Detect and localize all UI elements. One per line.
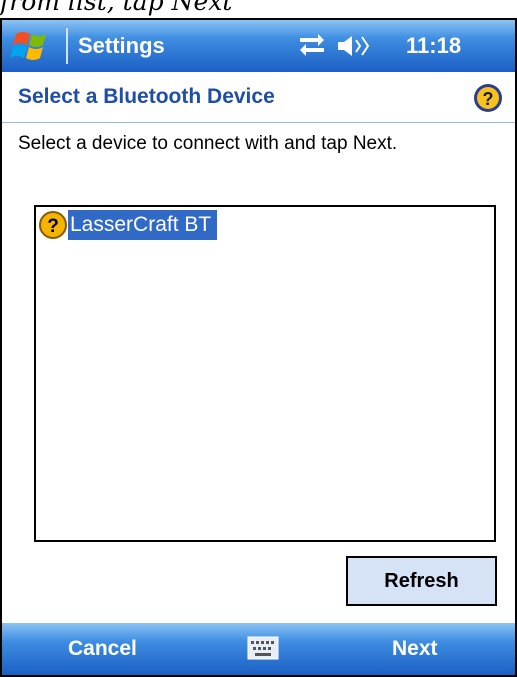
next-button[interactable]: Next xyxy=(392,633,438,665)
cancel-button[interactable]: Cancel xyxy=(68,633,137,665)
keyboard-icon[interactable] xyxy=(247,636,279,660)
page-header: Select a Bluetooth Device ? xyxy=(2,72,515,123)
help-icon[interactable]: ? xyxy=(472,82,504,114)
title-bar: Settings 11:18 xyxy=(2,20,515,72)
instruction-caption: from list, tap Next xyxy=(0,0,233,16)
connectivity-icon[interactable] xyxy=(300,34,324,56)
pocketpc-screen: Settings 11:18 Select a Bluetooth Device… xyxy=(0,18,517,677)
svg-text:?: ? xyxy=(483,89,494,109)
device-list[interactable]: ? LasserCraft BT xyxy=(34,205,496,542)
app-title[interactable]: Settings xyxy=(78,30,165,62)
unknown-device-icon: ? xyxy=(39,211,67,239)
list-item[interactable]: ? LasserCraft BT xyxy=(38,209,218,241)
menu-bar: Cancel Next xyxy=(2,623,515,675)
page-title: Select a Bluetooth Device xyxy=(18,85,275,108)
refresh-button[interactable]: Refresh xyxy=(346,556,497,606)
windows-flag-icon[interactable] xyxy=(8,26,58,66)
title-separator xyxy=(66,28,68,64)
clock[interactable]: 11:18 xyxy=(406,30,461,62)
svg-text:?: ? xyxy=(47,216,59,237)
instructions-text: Select a device to connect with and tap … xyxy=(18,133,398,154)
volume-icon[interactable] xyxy=(338,36,370,56)
status-icons xyxy=(300,34,370,56)
device-label: LasserCraft BT xyxy=(68,210,218,240)
